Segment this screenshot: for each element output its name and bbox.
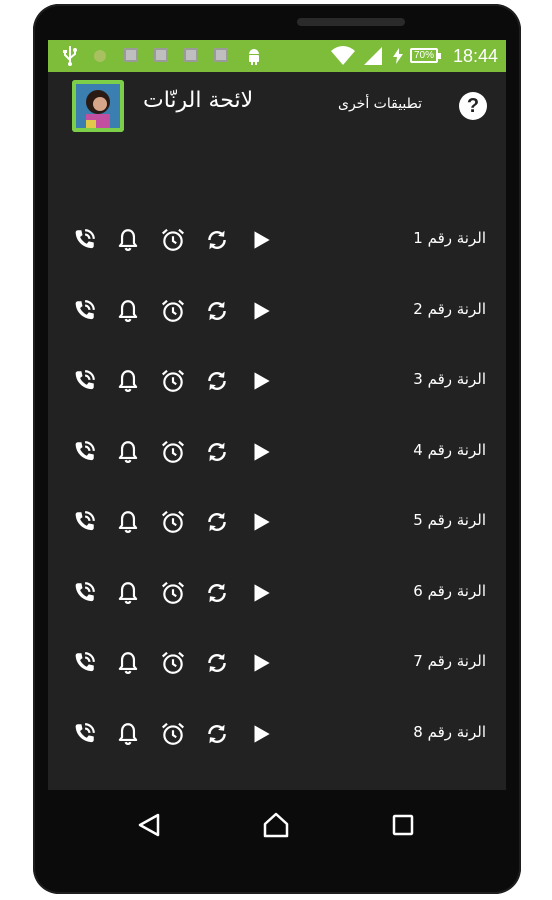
ringtone-label: الرنة رقم 8	[413, 722, 486, 741]
set-contact-ringtone-icon[interactable]	[69, 719, 99, 749]
help-button[interactable]: ?	[459, 92, 487, 120]
screen: 70% 18:44 لائحة الرنّات تطبيقات أخرى ? ا…	[48, 40, 506, 790]
app-bar: لائحة الرنّات تطبيقات أخرى ?	[48, 72, 506, 142]
repeat-icon[interactable]	[202, 578, 232, 608]
app-logo	[72, 80, 124, 132]
notification-bell-icon[interactable]	[113, 225, 143, 255]
notification-bell-icon[interactable]	[113, 296, 143, 326]
alarm-clock-icon[interactable]	[158, 507, 188, 537]
recents-icon[interactable]	[386, 808, 420, 842]
repeat-icon[interactable]	[202, 719, 232, 749]
ringtone-row: الرنة رقم 2	[48, 276, 506, 347]
ringtone-label: الرنة رقم 6	[413, 581, 486, 600]
play-icon[interactable]	[246, 296, 276, 326]
status-bar: 70% 18:44	[48, 40, 506, 72]
ringtone-row: الرنة رقم 7	[48, 628, 506, 699]
android-icon	[244, 40, 264, 72]
ringtone-row: الرنة رقم 8	[48, 699, 506, 770]
alarm-clock-icon[interactable]	[158, 437, 188, 467]
ringtone-list: الرنة رقم 1 الرنة رقم 2 الرنة رقم 3 الرنة ر…	[48, 205, 506, 769]
ringtone-label: الرنة رقم 1	[413, 229, 486, 247]
ringtone-row: الرنة رقم 6	[48, 558, 506, 629]
notification-icon	[90, 40, 110, 72]
back-icon[interactable]	[132, 808, 166, 842]
ringtone-row: الرنة رقم 4	[48, 417, 506, 488]
alarm-clock-icon[interactable]	[158, 225, 188, 255]
app-title: لائحة الرنّات	[143, 88, 254, 113]
set-contact-ringtone-icon[interactable]	[69, 507, 99, 537]
home-icon[interactable]	[259, 808, 293, 842]
repeat-icon[interactable]	[202, 366, 232, 396]
ringtone-label: الرنة رقم 5	[413, 511, 486, 529]
repeat-icon[interactable]	[202, 648, 232, 678]
alarm-clock-icon[interactable]	[158, 648, 188, 678]
play-icon[interactable]	[246, 225, 276, 255]
set-contact-ringtone-icon[interactable]	[69, 648, 99, 678]
play-icon[interactable]	[246, 507, 276, 537]
ringtone-row: الرنة رقم 3	[48, 346, 506, 417]
notification-bell-icon[interactable]	[113, 719, 143, 749]
ringtone-label: الرنة رقم 4	[413, 440, 486, 459]
repeat-icon[interactable]	[202, 225, 232, 255]
play-icon[interactable]	[246, 719, 276, 749]
charging-icon	[390, 40, 406, 72]
ringtone-label: الرنة رقم 2	[413, 299, 486, 318]
set-contact-ringtone-icon[interactable]	[69, 578, 99, 608]
speaker-grille	[297, 18, 405, 26]
other-apps-link[interactable]: تطبيقات أخرى	[338, 96, 422, 112]
notification-icon	[184, 48, 198, 62]
set-contact-ringtone-icon[interactable]	[69, 225, 99, 255]
notification-bell-icon[interactable]	[113, 507, 143, 537]
ringtone-label: الرنة رقم 7	[413, 652, 486, 670]
signal-icon	[362, 40, 384, 72]
play-icon[interactable]	[246, 366, 276, 396]
notification-bell-icon[interactable]	[113, 437, 143, 467]
set-contact-ringtone-icon[interactable]	[69, 296, 99, 326]
play-icon[interactable]	[246, 437, 276, 467]
navigation-bar	[48, 790, 506, 858]
alarm-clock-icon[interactable]	[158, 366, 188, 396]
notification-bell-icon[interactable]	[113, 578, 143, 608]
status-time: 18:44	[452, 46, 498, 66]
usb-icon	[58, 40, 82, 72]
notification-icon	[214, 48, 228, 62]
ringtone-label: الرنة رقم 3	[413, 370, 486, 388]
play-icon[interactable]	[246, 578, 276, 608]
battery-indicator: 70%	[410, 48, 441, 63]
alarm-clock-icon[interactable]	[158, 296, 188, 326]
ringtone-row: الرنة رقم 5	[48, 487, 506, 558]
alarm-clock-icon[interactable]	[158, 578, 188, 608]
wifi-icon	[330, 40, 356, 72]
repeat-icon[interactable]	[202, 507, 232, 537]
set-contact-ringtone-icon[interactable]	[69, 437, 99, 467]
set-contact-ringtone-icon[interactable]	[69, 366, 99, 396]
repeat-icon[interactable]	[202, 437, 232, 467]
repeat-icon[interactable]	[202, 296, 232, 326]
notification-bell-icon[interactable]	[113, 366, 143, 396]
notification-icon	[124, 48, 138, 62]
ringtone-row: الرنة رقم 1	[48, 205, 506, 276]
notification-bell-icon[interactable]	[113, 648, 143, 678]
play-icon[interactable]	[246, 648, 276, 678]
alarm-clock-icon[interactable]	[158, 719, 188, 749]
notification-icon	[154, 48, 168, 62]
